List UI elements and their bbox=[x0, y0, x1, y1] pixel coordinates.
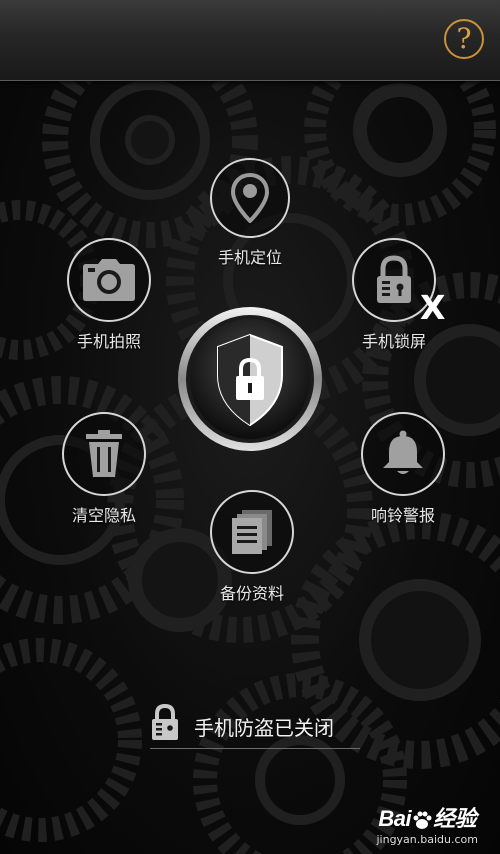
clear-privacy-label: 清空隐私 bbox=[71, 506, 136, 525]
paw-icon bbox=[413, 811, 432, 830]
documents-icon bbox=[232, 510, 272, 554]
baidu-logo-left: Bai bbox=[378, 806, 412, 831]
baidu-logo-right: 经验 bbox=[433, 806, 477, 831]
watermark-url: jingyan.baidu.com bbox=[376, 833, 478, 846]
ring-alarm-button[interactable]: 响铃警报 bbox=[361, 412, 445, 526]
locate-phone-label: 手机定位 bbox=[217, 248, 282, 267]
ring-alarm-label: 响铃警报 bbox=[370, 506, 435, 525]
status-padlock-icon bbox=[152, 704, 178, 740]
help-icon: ? bbox=[456, 22, 472, 55]
locate-ring bbox=[210, 158, 290, 238]
clear-privacy-button[interactable]: 清空隐私 bbox=[62, 412, 146, 526]
ring-alarm-ring bbox=[361, 412, 445, 496]
backup-data-button[interactable]: 备份资料 bbox=[210, 490, 294, 604]
lock-disabled-mark: X bbox=[420, 288, 446, 327]
take-photo-button[interactable]: 手机拍照 bbox=[67, 238, 151, 352]
backup-data-label: 备份资料 bbox=[219, 584, 284, 603]
lock-screen-label: 手机锁屏 bbox=[361, 332, 426, 351]
backup-data-ring bbox=[210, 490, 294, 574]
help-button[interactable]: ? bbox=[444, 19, 484, 59]
shield-lock-icon bbox=[178, 307, 322, 451]
camera-icon bbox=[83, 259, 135, 301]
anti-theft-status-text: 手机防盗已关闭 bbox=[194, 716, 334, 740]
app-screen: ? 手机定位 手机拍照 手机锁屏 X 清空隐私 响铃警报 备份资料 手机防盗已关… bbox=[0, 0, 500, 854]
bell-icon bbox=[383, 430, 423, 474]
photo-ring bbox=[67, 238, 151, 322]
anti-theft-status: 手机防盗已关闭 bbox=[150, 702, 360, 749]
anti-theft-toggle-button[interactable] bbox=[176, 305, 324, 453]
location-pin-icon bbox=[230, 173, 270, 223]
locate-phone-button[interactable]: 手机定位 bbox=[210, 158, 290, 268]
take-photo-label: 手机拍照 bbox=[76, 332, 141, 351]
clear-privacy-ring bbox=[62, 412, 146, 496]
trash-icon bbox=[86, 430, 122, 477]
padlock-icon bbox=[377, 255, 411, 303]
baidu-jingyan-watermark: Bai 经验 jingyan.baidu.com bbox=[376, 801, 478, 846]
title-bar: ? bbox=[0, 0, 500, 81]
baidu-logo: Bai 经验 bbox=[376, 801, 478, 833]
